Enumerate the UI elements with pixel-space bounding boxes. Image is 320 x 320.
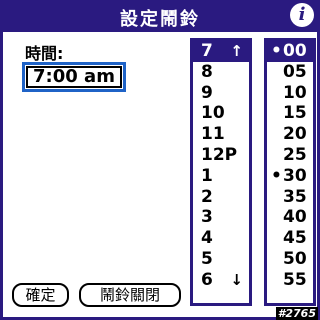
hour-item[interactable]: 5 (193, 249, 249, 270)
minute-item[interactable]: • 00 (267, 41, 313, 62)
minute-item[interactable]: 15 (267, 103, 313, 124)
minute-item[interactable]: 25 (267, 145, 313, 166)
hour-item[interactable]: 9 (193, 83, 249, 104)
ok-button[interactable]: 確定 (12, 283, 69, 307)
minute-item[interactable]: 40 (267, 207, 313, 228)
minute-item[interactable]: 35 (267, 187, 313, 208)
hour-list[interactable]: 7 ↑ 8 9 10 11 12P 1 2 3 4 5 6 ↓ (190, 38, 252, 306)
hour-item[interactable]: 7 ↑ (193, 41, 249, 62)
dialog-title: 設定鬧鈴 (120, 9, 200, 30)
minute-item[interactable]: 50 (267, 249, 313, 270)
minute-item[interactable]: 05 (267, 62, 313, 83)
title-bar: 設定鬧鈴 i (0, 0, 320, 32)
minute-item[interactable]: 55 (267, 270, 313, 291)
info-icon[interactable]: i (290, 3, 314, 27)
hour-item[interactable]: 12P (193, 145, 249, 166)
minute-list[interactable]: • 00 05 10 15 20 25 • 30 35 40 45 50 55 (264, 38, 316, 306)
time-field[interactable]: 7:00 am (22, 62, 126, 92)
marked-minute-dot: • (271, 165, 282, 186)
time-label: 時間: (25, 44, 64, 63)
current-minute-dot: • (271, 41, 282, 61)
hour-item[interactable]: 2 (193, 187, 249, 208)
minute-item[interactable]: • 30 (267, 166, 313, 187)
hour-item[interactable]: 3 (193, 207, 249, 228)
hour-item[interactable]: 11 (193, 124, 249, 145)
minute-item[interactable]: 10 (267, 83, 313, 104)
hour-item[interactable]: 1 (193, 166, 249, 187)
hour-item[interactable]: 4 (193, 228, 249, 249)
scroll-up-icon[interactable]: ↑ (230, 41, 243, 62)
hour-item[interactable]: 8 (193, 62, 249, 83)
alarm-off-button[interactable]: 鬧鈴關閉 (79, 283, 181, 307)
scroll-down-icon[interactable]: ↓ (230, 270, 243, 291)
minute-item[interactable]: 20 (267, 124, 313, 145)
minute-item[interactable]: 45 (267, 228, 313, 249)
hour-item[interactable]: 10 (193, 103, 249, 124)
hour-item[interactable]: 6 ↓ (193, 270, 249, 291)
corner-tag: #2765 (275, 307, 318, 320)
